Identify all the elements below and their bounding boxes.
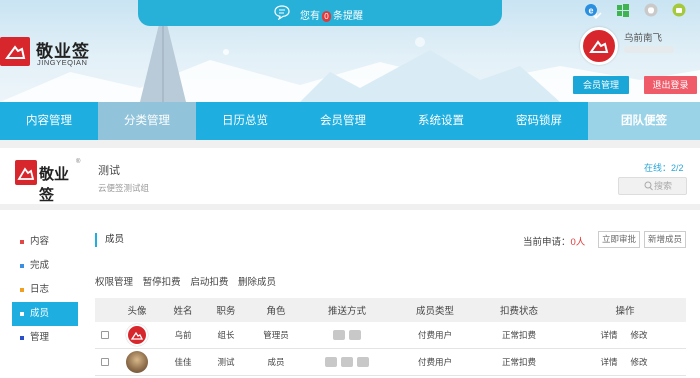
tab-team-notes[interactable]: 团队便签 [588, 102, 700, 140]
col-billing-status: 扣费状态 [499, 306, 538, 317]
log-dot-icon [20, 288, 24, 292]
start-billing-link[interactable]: 启动扣费 [190, 277, 228, 288]
main-nav: 内容管理 分类管理 日历总览 会员管理 系统设置 密码锁屏 团队便签 [0, 102, 700, 140]
sidebar-item-content[interactable]: 内容 [12, 230, 78, 254]
sidebar-item-manage[interactable]: 管理 [12, 326, 78, 350]
member-role: 成员 [267, 357, 285, 367]
group-sidebar: 内容 完成 日志 成员 管理 [12, 230, 78, 350]
avatar-image [126, 324, 148, 346]
row-checkbox[interactable] [99, 322, 111, 348]
search-icon [644, 181, 653, 191]
group-header: 敬业签 ® 测试 云便签测试组 在线：2/2 搜索 [0, 148, 700, 204]
tab-calendar[interactable]: 日历总览 [196, 102, 294, 140]
sidebar-item-done[interactable]: 完成 [12, 254, 78, 278]
chat-push-icon [325, 357, 337, 367]
svg-text:e: e [588, 6, 593, 16]
sidebar-item-log[interactable]: 日志 [12, 278, 78, 302]
group-name: 测试 [98, 165, 120, 177]
members-table: 头像 姓名 职务 角色 推送方式 成员类型 扣费状态 操作 乌前 组长 管理员 [95, 298, 686, 376]
done-dot-icon [20, 264, 24, 268]
tab-lock-screen[interactable]: 密码锁屏 [490, 102, 588, 140]
table-row: 乌前 组长 管理员 付费用户 正常扣费 详情 修改 [95, 322, 686, 349]
manage-dot-icon [20, 336, 24, 340]
logo-mark-icon [0, 37, 30, 66]
sidebar-item-members[interactable]: 成员 [12, 302, 78, 326]
avatar [117, 349, 157, 375]
delete-member-link[interactable]: 删除成员 [238, 277, 276, 288]
row-checkbox[interactable] [99, 349, 111, 375]
member-name: 佳佳 [174, 357, 192, 367]
approve-now-button[interactable]: 立即审批 [598, 231, 640, 248]
android-icon[interactable] [672, 3, 686, 17]
mail-push-icon [357, 357, 369, 367]
pause-billing-link[interactable]: 暂停扣费 [143, 277, 181, 288]
user-name: 乌前南飞 [624, 33, 663, 44]
col-name: 姓名 [173, 306, 193, 317]
group-logo-icon [15, 160, 37, 185]
online-count: 在线：2/2 [644, 163, 684, 173]
chat-push-icon [333, 330, 345, 340]
registered-mark: ® [76, 159, 81, 165]
member-type: 付费用户 [417, 357, 452, 367]
col-role: 角色 [266, 306, 286, 317]
detail-link[interactable]: 详情 [595, 349, 623, 375]
col-member-type: 成员类型 [415, 306, 454, 317]
tab-settings[interactable]: 系统设置 [392, 102, 490, 140]
member-position: 组长 [217, 330, 235, 340]
content-panel: 内容 完成 日志 成员 管理 成员 当前申请：0人 立即审批 新增成员 权限管理… [0, 210, 700, 378]
group-logo: 敬业签 ® [15, 159, 81, 204]
members-title: 成员 [95, 233, 124, 247]
group-logo-name: 敬业签 [39, 166, 70, 204]
wechat-push-icon [341, 357, 353, 367]
detail-link[interactable]: 详情 [595, 322, 623, 348]
user-avatar[interactable] [580, 27, 618, 65]
edit-link[interactable]: 修改 [625, 349, 653, 375]
col-operations: 操作 [615, 306, 635, 317]
billing-status: 正常扣费 [501, 357, 536, 367]
avatar [117, 322, 157, 348]
header-banner: 您有 0 条提醒 e 敬业签 JINGYEQIAN 乌前南飞 会员管理 退出登录 [0, 0, 700, 102]
push-methods [321, 322, 373, 348]
tab-content[interactable]: 内容管理 [0, 102, 98, 140]
reminder-bar[interactable]: 您有 0 条提醒 [138, 0, 602, 26]
member-name: 乌前 [174, 330, 192, 340]
pending-applications: 当前申请：0人 [523, 237, 586, 248]
add-member-button[interactable]: 新增成员 [644, 231, 686, 248]
table-header: 头像 姓名 职务 角色 推送方式 成员类型 扣费状态 操作 [95, 298, 686, 322]
members-dot-icon [20, 312, 24, 316]
push-methods [321, 349, 373, 375]
search-placeholder: 搜索 [654, 181, 673, 191]
member-position: 测试 [217, 357, 235, 367]
tab-members[interactable]: 会员管理 [294, 102, 392, 140]
col-avatar: 头像 [127, 306, 147, 317]
content-dot-icon [20, 240, 24, 244]
user-subtitle-placeholder [624, 46, 674, 53]
search-input[interactable]: 搜索 [618, 177, 687, 195]
tab-category[interactable]: 分类管理 [98, 102, 196, 140]
avatar-image [126, 351, 148, 373]
mail-push-icon [349, 330, 361, 340]
reminder-text: 您有 0 条提醒 [300, 11, 363, 22]
chat-icon [274, 5, 290, 20]
reminder-count-badge: 0 [322, 11, 331, 22]
col-position: 职务 [216, 306, 236, 317]
member-management-button[interactable]: 会员管理 [573, 76, 629, 94]
edit-link[interactable]: 修改 [625, 322, 653, 348]
member-type: 付费用户 [417, 330, 452, 340]
permission-management-link[interactable]: 权限管理 [95, 277, 133, 288]
group-description: 云便签测试组 [98, 183, 150, 193]
logout-button[interactable]: 退出登录 [644, 76, 697, 94]
member-role: 管理员 [263, 330, 289, 340]
platform-icons: e [584, 3, 694, 19]
brand-pinyin: JINGYEQIAN [37, 58, 88, 67]
table-row: 佳佳 测试 成员 付费用户 正常扣费 详情 修改 [95, 349, 686, 376]
apple-icon[interactable] [644, 3, 658, 17]
col-push-method: 推送方式 [327, 306, 366, 317]
member-actions: 权限管理 暂停扣费 启动扣费 删除成员 [95, 274, 283, 288]
brand-logo[interactable]: 敬业签 JINGYEQIAN [0, 37, 130, 67]
ie-icon[interactable]: e [584, 3, 598, 17]
windows-icon[interactable] [616, 3, 630, 17]
billing-status: 正常扣费 [501, 330, 536, 340]
